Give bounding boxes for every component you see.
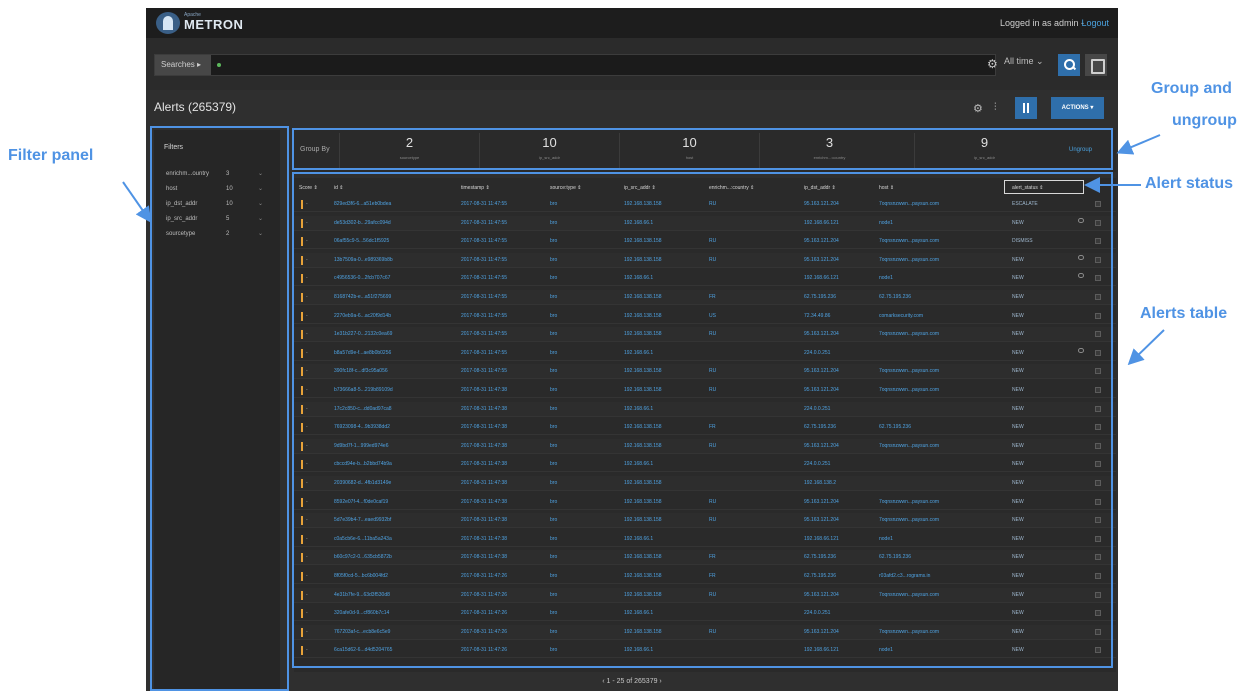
actions-button[interactable]: ACTIONS ▾ (1051, 97, 1104, 119)
metron-logo-icon (156, 12, 180, 34)
top-bar: Apache METRON Logged in as admin - Logou… (146, 8, 1118, 38)
searches-dropdown-button[interactable]: Searches ▸ (155, 55, 211, 75)
search-bar: Searches ▸ ⚙ All time ⌄ (146, 38, 1118, 90)
alerts-table-annotation: Alerts table (1140, 305, 1228, 322)
page-title: Alerts (265379) (154, 100, 237, 114)
settings-icon[interactable]: ⚙ (973, 102, 983, 115)
save-search-button[interactable] (1085, 54, 1107, 76)
group-annotation-line1: Group and (1151, 80, 1232, 97)
logged-in-text: Logged in as admin - (999, 18, 1084, 28)
time-range-select[interactable]: All time ⌄ (1004, 56, 1044, 67)
alerts-table-highlight (292, 172, 1113, 668)
filter-panel-highlight (150, 126, 289, 691)
alerts-table-arrow (1127, 329, 1165, 366)
search-status-dot (217, 63, 221, 67)
column-config-icon[interactable]: ⫶ (994, 102, 997, 113)
filter-panel-arrow (122, 181, 152, 223)
logout-link[interactable]: Logout (1081, 18, 1109, 28)
search-input[interactable]: Searches ▸ ⚙ (154, 54, 998, 76)
group-arrow (1116, 134, 1161, 155)
alert-status-annotation: Alert status (1145, 175, 1234, 192)
filter-panel-annotation: Filter panel (8, 147, 94, 164)
brand-name: METRON (184, 17, 244, 32)
group-bar-highlight (292, 128, 1113, 170)
search-settings-icon[interactable]: ⚙ (987, 57, 998, 71)
pause-button[interactable] (1015, 97, 1037, 119)
pagination[interactable]: ‹ 1 - 25 of 265379 › (146, 678, 1118, 685)
search-button[interactable] (1058, 54, 1080, 76)
group-annotation-line2: ungroup (1172, 112, 1237, 129)
